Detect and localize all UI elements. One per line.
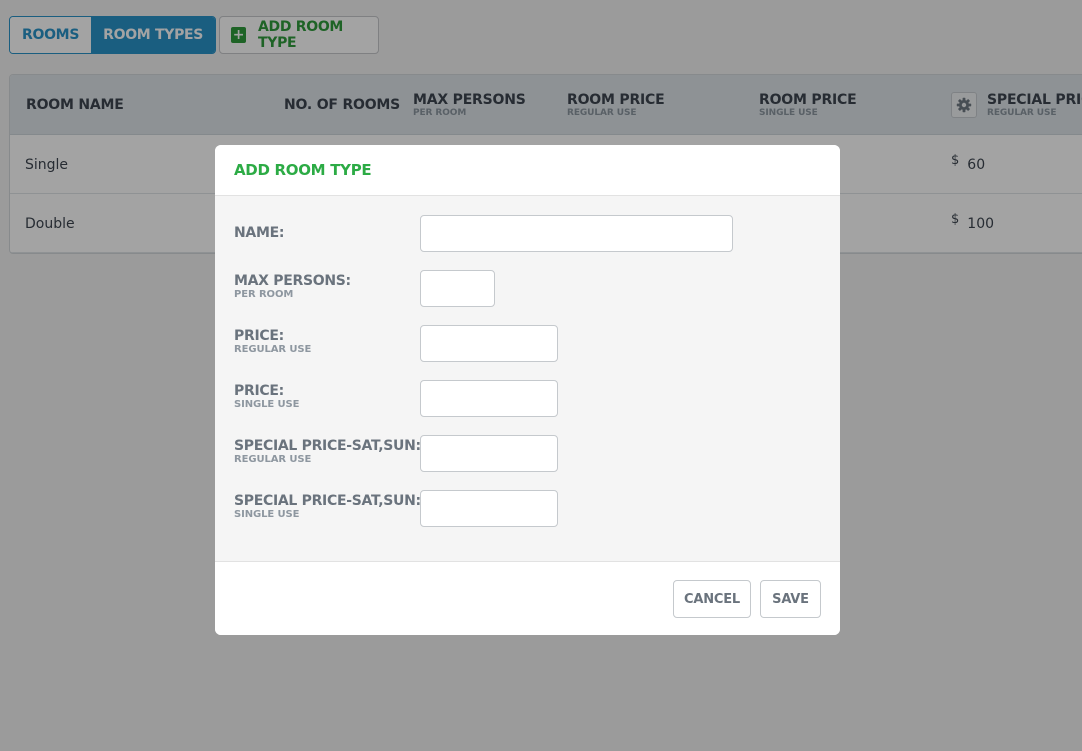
- price-regular-input[interactable]: [420, 325, 558, 362]
- name-label: NAME:: [234, 225, 284, 241]
- add-room-type-dialog: ADD ROOM TYPE NAME: MAX PERSONS: PER ROO…: [215, 145, 840, 635]
- field-sublabel: SINGLE USE: [234, 399, 300, 410]
- field-label: SPECIAL PRICE-SAT,SUN:: [234, 438, 421, 454]
- field-sublabel: SINGLE USE: [234, 509, 300, 520]
- dialog-title: ADD ROOM TYPE: [234, 161, 372, 179]
- name-input[interactable]: [420, 215, 733, 252]
- field-label: PRICE:: [234, 383, 284, 399]
- field-sublabel: REGULAR USE: [234, 344, 312, 355]
- special-price-single-input[interactable]: [420, 490, 558, 527]
- page: ROOMS ROOM TYPES + ADD ROOM TYPE ROOM NA…: [0, 0, 1082, 751]
- max-persons-label: MAX PERSONS: PER ROOM: [234, 273, 351, 300]
- special-price-regular-input[interactable]: [420, 435, 558, 472]
- special-price-regular-label: SPECIAL PRICE-SAT,SUN: REGULAR USE: [234, 438, 421, 465]
- dialog-footer: CANCEL SAVE: [215, 561, 840, 635]
- save-button[interactable]: SAVE: [760, 580, 821, 618]
- field-label: MAX PERSONS:: [234, 273, 351, 289]
- field-sublabel: REGULAR USE: [234, 454, 312, 465]
- field-label: SPECIAL PRICE-SAT,SUN:: [234, 493, 421, 509]
- max-persons-input[interactable]: [420, 270, 495, 307]
- dialog-header: ADD ROOM TYPE: [215, 145, 840, 196]
- field-label: PRICE:: [234, 328, 284, 344]
- field-label: NAME:: [234, 225, 285, 241]
- price-regular-label: PRICE: REGULAR USE: [234, 328, 311, 355]
- cancel-button[interactable]: CANCEL: [673, 580, 751, 618]
- field-sublabel: PER ROOM: [234, 289, 294, 300]
- special-price-single-label: SPECIAL PRICE-SAT,SUN: SINGLE USE: [234, 493, 421, 520]
- price-single-label: PRICE: SINGLE USE: [234, 383, 299, 410]
- price-single-input[interactable]: [420, 380, 558, 417]
